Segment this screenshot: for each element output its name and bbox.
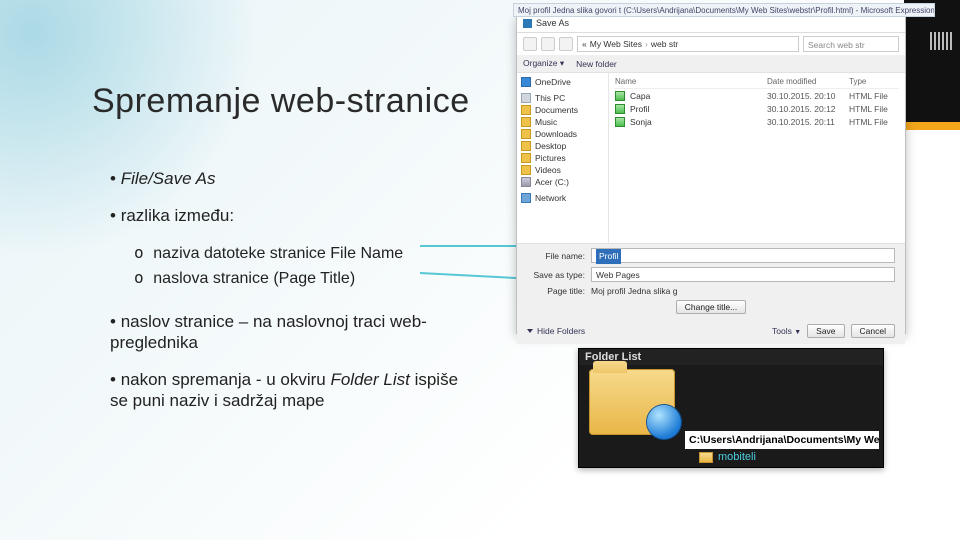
subbullet-pagetitle: naslova stranice (Page Title) [134, 268, 480, 289]
bullet-naslov: naslov stranice – na naslovnoj traci web… [110, 311, 480, 354]
nav-forward-button[interactable] [541, 37, 555, 51]
side-onedrive[interactable]: OneDrive [521, 76, 604, 88]
new-folder-button[interactable]: New folder [576, 59, 617, 69]
filename-input[interactable]: Profil [591, 248, 895, 263]
html-file-icon [615, 91, 625, 101]
pagetitle-value: Moj profil Jedna slika g [591, 286, 895, 296]
save-button[interactable]: Save [807, 324, 844, 338]
tools-menu[interactable]: Tools ▼ [772, 326, 801, 336]
file-list[interactable]: Name Date modified Type Capa30.10.2015. … [609, 73, 905, 243]
folder-icon [699, 452, 713, 463]
side-videos[interactable]: Videos [521, 164, 604, 176]
globe-icon [647, 405, 681, 439]
pagetitle-label: Page title: [527, 286, 585, 296]
bullet-razlika: razlika između: [110, 205, 480, 226]
toolbar-icons-blur [930, 32, 952, 50]
dialog-fields: File name: Profil Save as type: Web Page… [517, 243, 905, 320]
bullet-file-save-as: File/Save As [110, 168, 480, 189]
cancel-button[interactable]: Cancel [851, 324, 895, 338]
hide-folders-toggle[interactable]: Hide Folders [527, 326, 585, 336]
folder-item[interactable]: mobiteli [699, 451, 756, 463]
side-drive-c[interactable]: Acer (C:) [521, 176, 604, 188]
filename-label: File name: [527, 251, 585, 261]
save-icon [523, 19, 532, 28]
side-desktop[interactable]: Desktop [521, 140, 604, 152]
savetype-label: Save as type: [527, 270, 585, 280]
address-bar[interactable]: « My Web Sites › web str [577, 36, 799, 52]
side-network[interactable]: Network [521, 192, 604, 204]
organize-menu[interactable]: Organize ▾ [523, 58, 564, 69]
orange-bar [904, 122, 960, 130]
side-music[interactable]: Music [521, 116, 604, 128]
side-pictures[interactable]: Pictures [521, 152, 604, 164]
search-input[interactable]: Search web str [803, 36, 899, 52]
col-date[interactable]: Date modified [767, 77, 849, 86]
folder-path[interactable]: C:\Users\Andrijana\Documents\My Web [685, 431, 879, 449]
side-downloads[interactable]: Downloads [521, 128, 604, 140]
file-row[interactable]: Capa30.10.2015. 20:10HTML File [615, 89, 899, 102]
dialog-nav: « My Web Sites › web str Search web str [517, 33, 905, 55]
file-row[interactable]: Sonja30.10.2015. 20:11HTML File [615, 115, 899, 128]
col-name[interactable]: Name [615, 77, 767, 86]
site-folder-icon [589, 369, 675, 435]
change-title-button[interactable]: Change title... [676, 300, 746, 314]
file-row[interactable]: Profil30.10.2015. 20:12HTML File [615, 102, 899, 115]
background-app-strip [904, 0, 960, 130]
folder-list-panel: Folder List C:\Users\Andrijana\Documents… [578, 348, 884, 468]
slide-title: Spremanje web-stranice [92, 82, 470, 121]
dialog-toolbar: Organize ▾ New folder [517, 55, 905, 73]
parent-window-title: Moj profil Jedna slika govori t (C:\User… [513, 3, 935, 17]
side-documents[interactable]: Documents [521, 104, 604, 116]
dialog-titlebar: Save As [517, 17, 905, 33]
savetype-select[interactable]: Web Pages [591, 267, 895, 282]
save-as-dialog: Moj profil Jedna slika govori t (C:\User… [516, 16, 906, 334]
bullet-nakon: nakon spremanja - u okviru Folder List i… [110, 369, 480, 412]
nav-up-button[interactable] [559, 37, 573, 51]
nav-back-button[interactable] [523, 37, 537, 51]
nav-tree[interactable]: OneDrive This PC Documents Music Downloa… [517, 73, 609, 243]
side-thispc[interactable]: This PC [521, 92, 604, 104]
col-type[interactable]: Type [849, 77, 899, 86]
html-file-icon [615, 117, 625, 127]
html-file-icon [615, 104, 625, 114]
bullet-list: File/Save As razlika između: naziva dato… [110, 168, 480, 428]
